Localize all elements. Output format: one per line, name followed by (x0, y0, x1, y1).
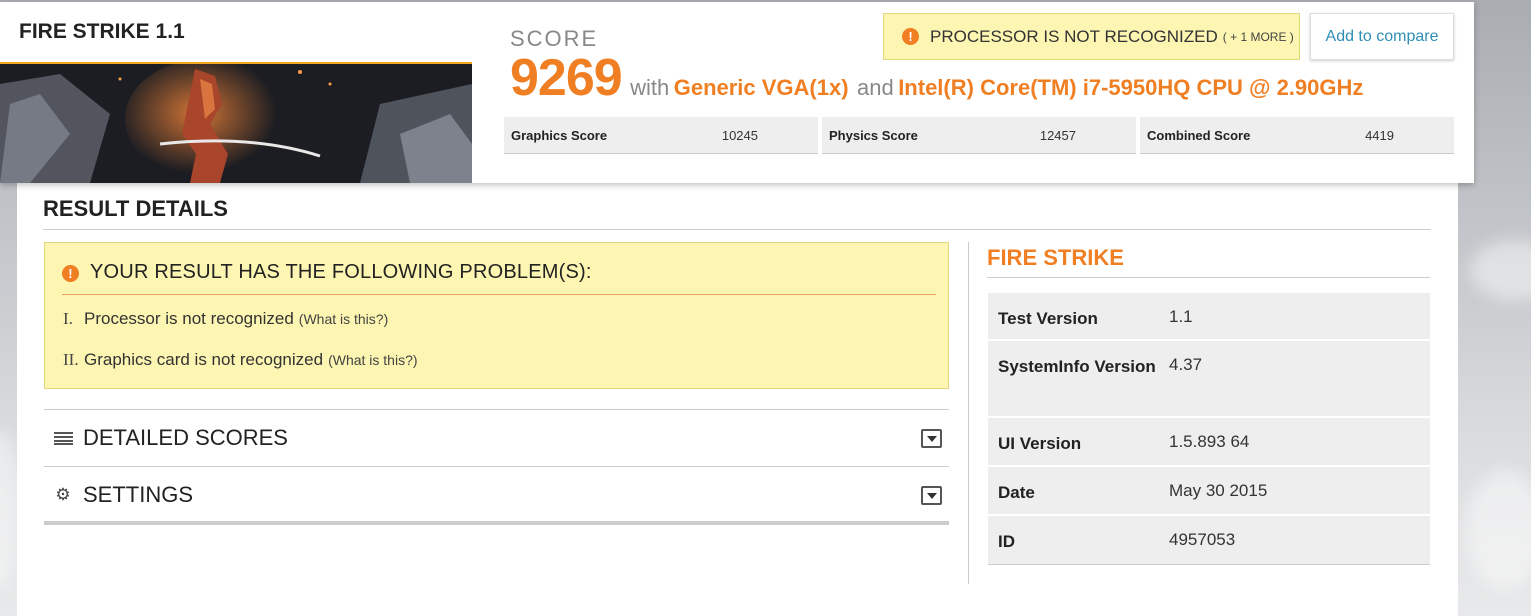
with-text: with (630, 75, 670, 100)
background-cloud (1470, 240, 1531, 300)
chevron-down-icon[interactable] (921, 486, 942, 505)
score-header: FIRE STRIKE 1.1 SCORE 9269 with Generic … (0, 2, 1474, 183)
cpu-name[interactable]: Intel(R) Core(TM) i7-5950HQ CPU @ 2.90GH… (898, 75, 1363, 100)
row-value: 1.1 (1169, 307, 1193, 326)
gear-icon: ⚙ (55, 485, 71, 504)
section-label: DETAILED SCORES (83, 425, 288, 450)
test-info-table: Test Version 1.1 SystemInfo Version 4.37… (988, 293, 1430, 565)
table-row: Test Version 1.1 (988, 293, 1430, 341)
what-is-this-link[interactable]: (What is this?) (299, 311, 388, 327)
combined-score: Combined Score 4419 (1140, 117, 1454, 154)
warning-text: PROCESSOR IS NOT RECOGNIZED (930, 26, 1218, 46)
divider (968, 242, 969, 584)
processor-warning[interactable]: ! PROCESSOR IS NOT RECOGNIZED ( + 1 MORE… (883, 13, 1300, 60)
table-row: SystemInfo Version 4.37 (988, 341, 1430, 418)
subscore-value: 4419 (1365, 127, 1394, 143)
score-value: 9269 (510, 49, 623, 107)
row-key: SystemInfo Version (998, 357, 1156, 376)
physics-score: Physics Score 12457 (822, 117, 1136, 154)
test-banner: FIRE STRIKE 1.1 (0, 2, 472, 183)
subscore-value: 12457 (1039, 127, 1076, 143)
warning-icon: ! (62, 265, 79, 282)
warning-more[interactable]: ( + 1 MORE ) (1223, 30, 1294, 44)
row-key: UI Version (998, 434, 1082, 453)
divider (987, 277, 1430, 278)
graphics-score: Graphics Score 10245 (504, 117, 818, 154)
row-value: 4.37 (1169, 355, 1203, 374)
problem-text: Graphics card is not recognized (84, 350, 324, 369)
list-number: II. (63, 350, 79, 369)
list-icon (53, 431, 73, 445)
row-key: Test Version (998, 309, 1098, 328)
add-to-compare-button[interactable]: Add to compare (1310, 13, 1454, 60)
subscore-label: Combined Score (1147, 127, 1251, 143)
subscore-value: 10245 (721, 127, 758, 143)
table-row: Date May 30 2015 (988, 467, 1430, 516)
row-value: 4957053 (1169, 530, 1236, 549)
list-item: II. Graphics card is not recognized (Wha… (63, 350, 418, 391)
gpu-name[interactable]: Generic VGA(1x) (674, 75, 849, 100)
divider (44, 521, 949, 525)
problems-box: ! YOUR RESULT HAS THE FOLLOWING PROBLEM(… (44, 242, 949, 389)
subscore-label: Graphics Score (511, 127, 608, 143)
settings-section[interactable]: ⚙ SETTINGS (44, 466, 949, 523)
row-value: May 30 2015 (1169, 481, 1268, 500)
overall-score: SCORE 9269 with Generic VGA(1x) and Inte… (510, 26, 1363, 107)
result-details-title: RESULT DETAILS (43, 196, 228, 221)
problems-title: YOUR RESULT HAS THE FOLLOWING PROBLEM(S)… (90, 261, 592, 283)
problems-heading: ! YOUR RESULT HAS THE FOLLOWING PROBLEM(… (62, 261, 936, 295)
fire-strike-title: FIRE STRIKE (987, 245, 1124, 270)
warning-icon: ! (902, 28, 919, 45)
table-row: ID 4957053 (988, 516, 1430, 565)
row-key: ID (998, 532, 1015, 551)
and-text: and (857, 75, 894, 100)
subscores: Graphics Score 10245 Physics Score 12457… (504, 117, 1454, 154)
what-is-this-link[interactable]: (What is this?) (328, 352, 417, 368)
table-row: UI Version 1.5.893 64 (988, 418, 1430, 467)
list-number: I. (63, 309, 73, 328)
background-cloud (1465, 470, 1531, 590)
divider (43, 229, 1431, 230)
section-label: SETTINGS (83, 482, 194, 507)
detailed-scores-section[interactable]: DETAILED SCORES (44, 409, 949, 466)
row-value: 1.5.893 64 (1169, 432, 1250, 451)
fire-strike-artwork (0, 64, 472, 183)
list-item: I. Processor is not recognized (What is … (63, 309, 418, 350)
problem-text: Processor is not recognized (84, 309, 294, 328)
chevron-down-icon[interactable] (921, 429, 942, 448)
row-key: Date (998, 483, 1035, 502)
subscore-label: Physics Score (829, 127, 918, 143)
test-title: FIRE STRIKE 1.1 (0, 2, 472, 64)
problem-list: I. Processor is not recognized (What is … (63, 309, 418, 391)
